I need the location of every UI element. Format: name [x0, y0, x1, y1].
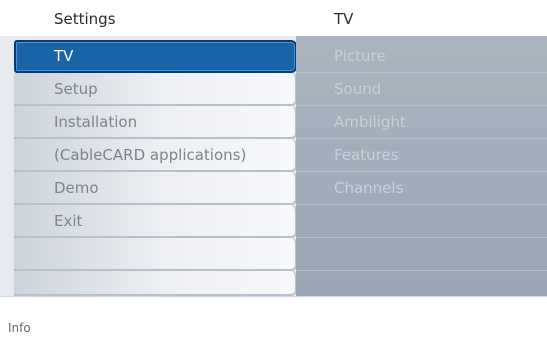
menu-item-tv[interactable]: TV — [14, 40, 297, 73]
menu-item-label: Installation — [54, 113, 138, 131]
menu-item-empty — [14, 271, 297, 296]
info-label: Info — [8, 321, 31, 335]
menu-item-setup[interactable]: Setup — [14, 73, 297, 106]
menu-item-label: (CableCARD applications) — [54, 146, 247, 164]
submenu-title: TV — [334, 10, 354, 28]
submenu-item-label: Ambilight — [334, 113, 406, 131]
menu-item-installation[interactable]: Installation — [14, 106, 297, 139]
header-bar: Settings TV — [0, 0, 547, 36]
submenu-panel: Picture Sound Ambilight Features Channel… — [296, 36, 547, 296]
submenu-item-label: Picture — [334, 47, 386, 65]
submenu-item-picture[interactable]: Picture — [296, 40, 547, 73]
settings-title: Settings — [54, 10, 116, 28]
menu-item-label: Setup — [54, 80, 98, 98]
menu-item-label: Demo — [54, 179, 99, 197]
menu-item-label: TV — [54, 47, 74, 65]
menu-item-demo[interactable]: Demo — [14, 172, 297, 205]
submenu-item-ambilight[interactable]: Ambilight — [296, 106, 547, 139]
settings-menu: TV Setup Installation (CableCARD applica… — [0, 36, 297, 296]
menu-item-cablecard-applications[interactable]: (CableCARD applications) — [14, 139, 297, 172]
info-bar: Info — [0, 296, 547, 346]
submenu-item-label: Features — [334, 146, 399, 164]
submenu-item-label: Sound — [334, 80, 382, 98]
menu-item-exit[interactable]: Exit — [14, 205, 297, 238]
submenu-item-label: Channels — [334, 179, 404, 197]
submenu-item-empty — [296, 205, 547, 238]
menu-item-label: Exit — [54, 212, 83, 230]
submenu-item-empty — [296, 271, 547, 296]
submenu-item-sound[interactable]: Sound — [296, 73, 547, 106]
menu-item-empty — [14, 238, 297, 271]
submenu-item-empty — [296, 238, 547, 271]
submenu-item-channels[interactable]: Channels — [296, 172, 547, 205]
submenu-item-features[interactable]: Features — [296, 139, 547, 172]
